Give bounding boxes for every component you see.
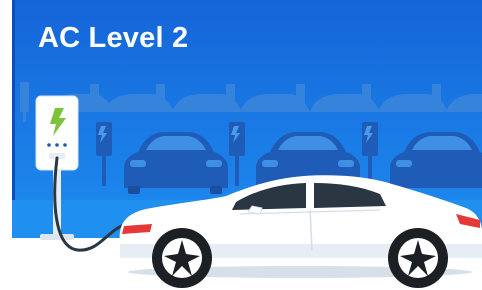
rear-wheel [388,228,448,288]
front-wheel [152,228,212,288]
left-border [0,0,12,290]
card-title: AC Level 2 [38,22,189,54]
illustration-card: AC Level 2 [0,0,482,290]
